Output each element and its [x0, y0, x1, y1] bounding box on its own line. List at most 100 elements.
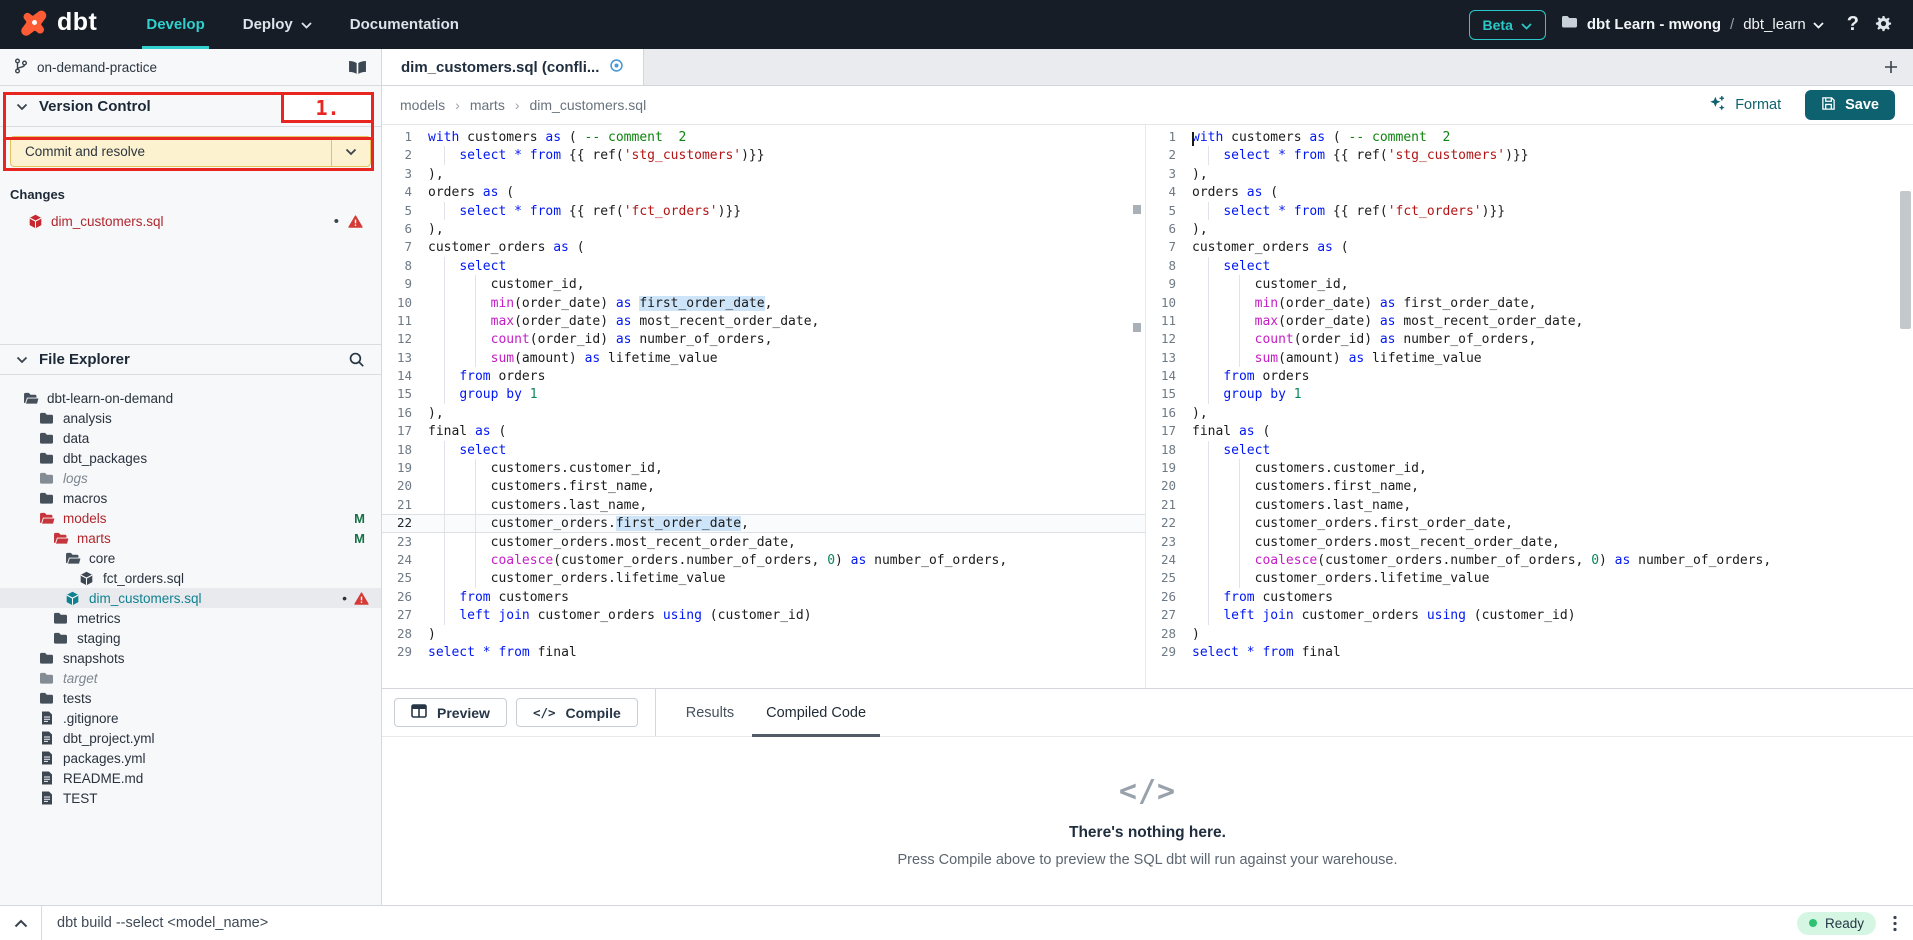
code-line[interactable]: 21 customers.last_name, [382, 496, 1145, 514]
tree-item[interactable]: TEST [0, 788, 381, 808]
editor-pane-right[interactable]: 1with customers as ( -- comment 22 selec… [1146, 125, 1913, 688]
editor-tab-dim-customers[interactable]: dim_customers.sql (confli... [382, 49, 644, 85]
code-line[interactable]: 22 customer_orders.first_order_date, [382, 514, 1145, 532]
code-line[interactable]: 10 min(order_date) as first_order_date, [1146, 294, 1913, 312]
code-line[interactable]: 19 customers.customer_id, [382, 459, 1145, 477]
code-line[interactable]: 28) [382, 625, 1145, 643]
code-line[interactable]: 21 customers.last_name, [1146, 496, 1913, 514]
tree-item[interactable]: target [0, 668, 381, 688]
code-line[interactable]: 24 coalesce(customer_orders.number_of_or… [1146, 551, 1913, 569]
new-tab-plus-icon[interactable] [1884, 60, 1898, 74]
code-line[interactable]: 11 max(order_date) as most_recent_order_… [1146, 312, 1913, 330]
tree-item[interactable]: dbt_project.yml [0, 728, 381, 748]
tree-item[interactable]: core [0, 548, 381, 568]
code-line[interactable]: 12 count(order_id) as number_of_orders, [382, 330, 1145, 348]
help-button[interactable]: ? [1847, 13, 1859, 36]
code-line[interactable]: 23 customer_orders.most_recent_order_dat… [1146, 533, 1913, 551]
breadcrumb-item[interactable]: models [400, 97, 445, 113]
code-line[interactable]: 14 from orders [382, 367, 1145, 385]
tree-item[interactable]: packages.yml [0, 748, 381, 768]
project-dropdown[interactable]: dbt_learn [1743, 16, 1824, 33]
code-line[interactable]: 27 left join customer_orders using (cust… [382, 606, 1145, 624]
tree-item[interactable]: analysis [0, 408, 381, 428]
code-line[interactable]: 7customer_orders as ( [382, 238, 1145, 256]
command-input[interactable]: dbt build --select <model_name> [57, 915, 268, 931]
tree-item[interactable]: snapshots [0, 648, 381, 668]
code-line[interactable]: 4orders as ( [382, 183, 1145, 201]
save-button[interactable]: Save [1805, 90, 1895, 120]
code-line[interactable]: 23 customer_orders.most_recent_order_dat… [382, 533, 1145, 551]
code-line[interactable]: 13 sum(amount) as lifetime_value [382, 349, 1145, 367]
tab-compiled-code[interactable]: Compiled Code [750, 689, 882, 737]
code-line[interactable]: 3), [1146, 165, 1913, 183]
code-line[interactable]: 15 group by 1 [382, 385, 1145, 403]
tree-item[interactable]: dbt_packages [0, 448, 381, 468]
code-line[interactable]: 19 customers.customer_id, [1146, 459, 1913, 477]
compile-button[interactable]: </> Compile [516, 698, 638, 727]
code-line[interactable]: 2 select * from {{ ref('stg_customers')}… [1146, 146, 1913, 164]
settings-gear-icon[interactable] [1874, 15, 1893, 34]
dbt-logo[interactable]: dbt [20, 8, 97, 42]
search-icon[interactable] [348, 351, 365, 368]
nav-item-develop[interactable]: Develop [127, 0, 223, 49]
tree-item[interactable]: README.md [0, 768, 381, 788]
tab-results[interactable]: Results [670, 689, 750, 737]
format-button[interactable]: Format [1709, 95, 1781, 116]
nav-item-deploy[interactable]: Deploy [224, 0, 331, 49]
editor-pane-left[interactable]: 1with customers as ( -- comment 22 selec… [382, 125, 1146, 688]
code-line[interactable]: 20 customers.first_name, [1146, 477, 1913, 495]
nav-item-documentation[interactable]: Documentation [331, 0, 478, 49]
docs-book-icon[interactable] [348, 60, 367, 75]
tree-item[interactable]: .gitignore [0, 708, 381, 728]
tree-item[interactable]: fct_orders.sql [0, 568, 381, 588]
commit-and-resolve-button[interactable]: Commit and resolve [10, 136, 371, 167]
beta-dropdown[interactable]: Beta [1469, 10, 1546, 40]
code-line[interactable]: 8 select [382, 257, 1145, 275]
code-line[interactable]: 6), [1146, 220, 1913, 238]
tree-item[interactable]: staging [0, 628, 381, 648]
code-line[interactable]: 25 customer_orders.lifetime_value [382, 569, 1145, 587]
code-line[interactable]: 3), [382, 165, 1145, 183]
code-line[interactable]: 7customer_orders as ( [1146, 238, 1913, 256]
code-line[interactable]: 16), [1146, 404, 1913, 422]
code-line[interactable]: 29select * from final [382, 643, 1145, 661]
breadcrumb-item[interactable]: marts [470, 97, 505, 113]
code-line[interactable]: 18 select [1146, 441, 1913, 459]
tree-item[interactable]: martsM [0, 528, 381, 548]
code-line[interactable]: 16), [382, 404, 1145, 422]
tree-item[interactable]: dbt-learn-on-demand [0, 388, 381, 408]
kebab-menu-icon[interactable] [1893, 915, 1897, 932]
preview-button[interactable]: Preview [394, 698, 507, 727]
chevron-up-icon[interactable] [14, 919, 28, 928]
git-branch-row[interactable]: on-demand-practice [0, 49, 381, 86]
code-line[interactable]: 1with customers as ( -- comment 2 [382, 128, 1145, 146]
code-line[interactable]: 13 sum(amount) as lifetime_value [1146, 349, 1913, 367]
breadcrumb-item[interactable]: dim_customers.sql [529, 97, 646, 113]
code-line[interactable]: 28) [1146, 625, 1913, 643]
code-line[interactable]: 15 group by 1 [1146, 385, 1913, 403]
version-control-header[interactable]: Version Control [0, 86, 381, 127]
code-line[interactable]: 5 select * from {{ ref('fct_orders')}} [382, 202, 1145, 220]
code-line[interactable]: 9 customer_id, [1146, 275, 1913, 293]
code-line[interactable]: 6), [382, 220, 1145, 238]
account-name[interactable]: dbt Learn - mwong [1587, 16, 1721, 33]
file-explorer-header[interactable]: File Explorer [0, 344, 381, 375]
commit-options-caret[interactable] [332, 137, 370, 166]
code-line[interactable]: 18 select [382, 441, 1145, 459]
code-line[interactable]: 17final as ( [382, 422, 1145, 440]
code-line[interactable]: 11 max(order_date) as most_recent_order_… [382, 312, 1145, 330]
code-line[interactable]: 2 select * from {{ ref('stg_customers')}… [382, 146, 1145, 164]
code-line[interactable]: 14 from orders [1146, 367, 1913, 385]
tree-item[interactable]: data [0, 428, 381, 448]
code-line[interactable]: 10 min(order_date) as first_order_date, [382, 294, 1145, 312]
code-line[interactable]: 4orders as ( [1146, 183, 1913, 201]
code-line[interactable]: 8 select [1146, 257, 1913, 275]
tree-item[interactable]: metrics [0, 608, 381, 628]
tree-item[interactable]: logs [0, 468, 381, 488]
tree-item[interactable]: tests [0, 688, 381, 708]
changed-file-row[interactable]: dim_customers.sql• [0, 210, 381, 232]
code-line[interactable]: 17final as ( [1146, 422, 1913, 440]
tree-item[interactable]: macros [0, 488, 381, 508]
tree-item[interactable]: modelsM [0, 508, 381, 528]
code-line[interactable]: 20 customers.first_name, [382, 477, 1145, 495]
